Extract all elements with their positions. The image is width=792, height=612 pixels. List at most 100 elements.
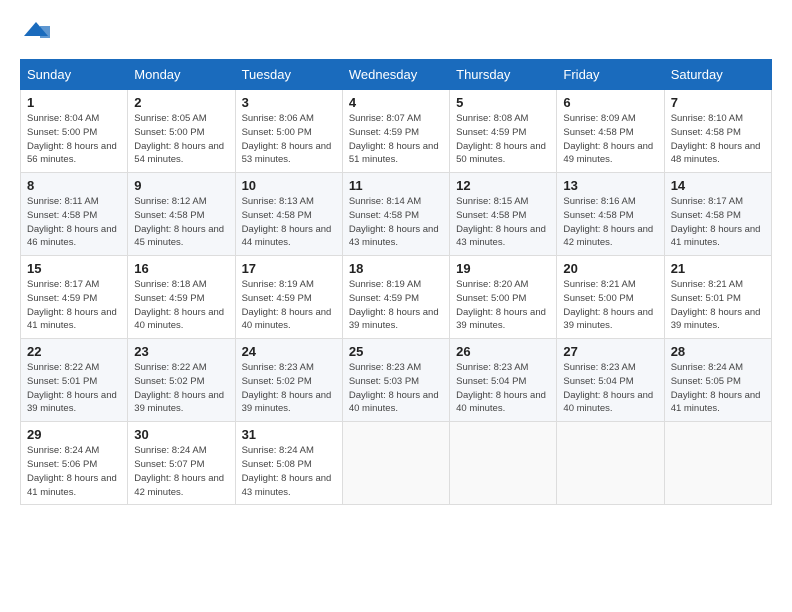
weekday-header-thursday: Thursday: [450, 60, 557, 90]
day-info: Sunrise: 8:21 AM Sunset: 5:00 PM Dayligh…: [563, 278, 657, 333]
daylight-label: Daylight: 8 hours and 40 minutes.: [456, 390, 546, 415]
daylight-label: Daylight: 8 hours and 45 minutes.: [134, 224, 224, 249]
day-number: 17: [242, 261, 336, 276]
calendar-day-cell: 30 Sunrise: 8:24 AM Sunset: 5:07 PM Dayl…: [128, 422, 235, 505]
calendar-day-cell: 20 Sunrise: 8:21 AM Sunset: 5:00 PM Dayl…: [557, 256, 664, 339]
daylight-label: Daylight: 8 hours and 39 minutes.: [671, 307, 761, 332]
sunrise-label: Sunrise: 8:16 AM: [563, 196, 635, 207]
daylight-label: Daylight: 8 hours and 51 minutes.: [349, 141, 439, 166]
calendar-day-cell: 9 Sunrise: 8:12 AM Sunset: 4:58 PM Dayli…: [128, 173, 235, 256]
sunset-label: Sunset: 4:58 PM: [134, 210, 204, 221]
empty-cell: [664, 422, 771, 505]
sunset-label: Sunset: 4:59 PM: [27, 293, 97, 304]
sunrise-label: Sunrise: 8:22 AM: [134, 362, 206, 373]
day-number: 25: [349, 344, 443, 359]
daylight-label: Daylight: 8 hours and 39 minutes.: [563, 307, 653, 332]
sunset-label: Sunset: 5:03 PM: [349, 376, 419, 387]
day-number: 8: [27, 178, 121, 193]
sunset-label: Sunset: 5:00 PM: [456, 293, 526, 304]
daylight-label: Daylight: 8 hours and 42 minutes.: [563, 224, 653, 249]
sunset-label: Sunset: 5:00 PM: [134, 127, 204, 138]
sunrise-label: Sunrise: 8:23 AM: [456, 362, 528, 373]
sunrise-label: Sunrise: 8:04 AM: [27, 113, 99, 124]
daylight-label: Daylight: 8 hours and 43 minutes.: [242, 473, 332, 498]
sunrise-label: Sunrise: 8:07 AM: [349, 113, 421, 124]
day-number: 26: [456, 344, 550, 359]
day-info: Sunrise: 8:17 AM Sunset: 4:59 PM Dayligh…: [27, 278, 121, 333]
calendar-day-cell: 6 Sunrise: 8:09 AM Sunset: 4:58 PM Dayli…: [557, 90, 664, 173]
sunset-label: Sunset: 5:00 PM: [27, 127, 97, 138]
daylight-label: Daylight: 8 hours and 53 minutes.: [242, 141, 332, 166]
sunrise-label: Sunrise: 8:17 AM: [27, 279, 99, 290]
empty-cell: [557, 422, 664, 505]
daylight-label: Daylight: 8 hours and 49 minutes.: [563, 141, 653, 166]
calendar-day-cell: 11 Sunrise: 8:14 AM Sunset: 4:58 PM Dayl…: [342, 173, 449, 256]
sunset-label: Sunset: 4:58 PM: [27, 210, 97, 221]
day-number: 1: [27, 95, 121, 110]
daylight-label: Daylight: 8 hours and 41 minutes.: [671, 390, 761, 415]
sunset-label: Sunset: 4:59 PM: [134, 293, 204, 304]
day-number: 19: [456, 261, 550, 276]
calendar-day-cell: 8 Sunrise: 8:11 AM Sunset: 4:58 PM Dayli…: [21, 173, 128, 256]
day-number: 9: [134, 178, 228, 193]
weekday-header-sunday: Sunday: [21, 60, 128, 90]
day-number: 11: [349, 178, 443, 193]
sunrise-label: Sunrise: 8:08 AM: [456, 113, 528, 124]
day-number: 4: [349, 95, 443, 110]
sunset-label: Sunset: 5:04 PM: [563, 376, 633, 387]
calendar-day-cell: 23 Sunrise: 8:22 AM Sunset: 5:02 PM Dayl…: [128, 339, 235, 422]
weekday-header-monday: Monday: [128, 60, 235, 90]
day-info: Sunrise: 8:24 AM Sunset: 5:05 PM Dayligh…: [671, 361, 765, 416]
day-info: Sunrise: 8:20 AM Sunset: 5:00 PM Dayligh…: [456, 278, 550, 333]
day-number: 29: [27, 427, 121, 442]
sunrise-label: Sunrise: 8:20 AM: [456, 279, 528, 290]
day-info: Sunrise: 8:24 AM Sunset: 5:08 PM Dayligh…: [242, 444, 336, 499]
sunset-label: Sunset: 4:58 PM: [242, 210, 312, 221]
day-number: 22: [27, 344, 121, 359]
sunrise-label: Sunrise: 8:06 AM: [242, 113, 314, 124]
calendar-day-cell: 4 Sunrise: 8:07 AM Sunset: 4:59 PM Dayli…: [342, 90, 449, 173]
day-info: Sunrise: 8:05 AM Sunset: 5:00 PM Dayligh…: [134, 112, 228, 167]
sunset-label: Sunset: 5:05 PM: [671, 376, 741, 387]
day-info: Sunrise: 8:06 AM Sunset: 5:00 PM Dayligh…: [242, 112, 336, 167]
calendar-day-cell: 29 Sunrise: 8:24 AM Sunset: 5:06 PM Dayl…: [21, 422, 128, 505]
sunrise-label: Sunrise: 8:05 AM: [134, 113, 206, 124]
sunset-label: Sunset: 4:59 PM: [456, 127, 526, 138]
day-number: 14: [671, 178, 765, 193]
sunrise-label: Sunrise: 8:24 AM: [242, 445, 314, 456]
day-number: 31: [242, 427, 336, 442]
calendar-day-cell: 14 Sunrise: 8:17 AM Sunset: 4:58 PM Dayl…: [664, 173, 771, 256]
logo-icon: [22, 16, 50, 44]
day-info: Sunrise: 8:21 AM Sunset: 5:01 PM Dayligh…: [671, 278, 765, 333]
calendar-week-row: 15 Sunrise: 8:17 AM Sunset: 4:59 PM Dayl…: [21, 256, 772, 339]
calendar-week-row: 29 Sunrise: 8:24 AM Sunset: 5:06 PM Dayl…: [21, 422, 772, 505]
weekday-header-friday: Friday: [557, 60, 664, 90]
sunset-label: Sunset: 4:58 PM: [563, 127, 633, 138]
calendar-day-cell: 24 Sunrise: 8:23 AM Sunset: 5:02 PM Dayl…: [235, 339, 342, 422]
calendar-day-cell: 26 Sunrise: 8:23 AM Sunset: 5:04 PM Dayl…: [450, 339, 557, 422]
sunrise-label: Sunrise: 8:15 AM: [456, 196, 528, 207]
sunrise-label: Sunrise: 8:24 AM: [134, 445, 206, 456]
calendar-day-cell: 3 Sunrise: 8:06 AM Sunset: 5:00 PM Dayli…: [235, 90, 342, 173]
day-number: 2: [134, 95, 228, 110]
day-number: 27: [563, 344, 657, 359]
daylight-label: Daylight: 8 hours and 40 minutes.: [242, 307, 332, 332]
weekday-header-saturday: Saturday: [664, 60, 771, 90]
empty-cell: [342, 422, 449, 505]
calendar-day-cell: 1 Sunrise: 8:04 AM Sunset: 5:00 PM Dayli…: [21, 90, 128, 173]
sunset-label: Sunset: 4:58 PM: [671, 127, 741, 138]
day-info: Sunrise: 8:17 AM Sunset: 4:58 PM Dayligh…: [671, 195, 765, 250]
empty-cell: [450, 422, 557, 505]
sunrise-label: Sunrise: 8:19 AM: [349, 279, 421, 290]
daylight-label: Daylight: 8 hours and 50 minutes.: [456, 141, 546, 166]
day-info: Sunrise: 8:04 AM Sunset: 5:00 PM Dayligh…: [27, 112, 121, 167]
sunrise-label: Sunrise: 8:14 AM: [349, 196, 421, 207]
day-info: Sunrise: 8:08 AM Sunset: 4:59 PM Dayligh…: [456, 112, 550, 167]
sunrise-label: Sunrise: 8:21 AM: [563, 279, 635, 290]
sunrise-label: Sunrise: 8:09 AM: [563, 113, 635, 124]
daylight-label: Daylight: 8 hours and 39 minutes.: [456, 307, 546, 332]
calendar-day-cell: 12 Sunrise: 8:15 AM Sunset: 4:58 PM Dayl…: [450, 173, 557, 256]
sunrise-label: Sunrise: 8:17 AM: [671, 196, 743, 207]
daylight-label: Daylight: 8 hours and 43 minutes.: [349, 224, 439, 249]
day-number: 21: [671, 261, 765, 276]
